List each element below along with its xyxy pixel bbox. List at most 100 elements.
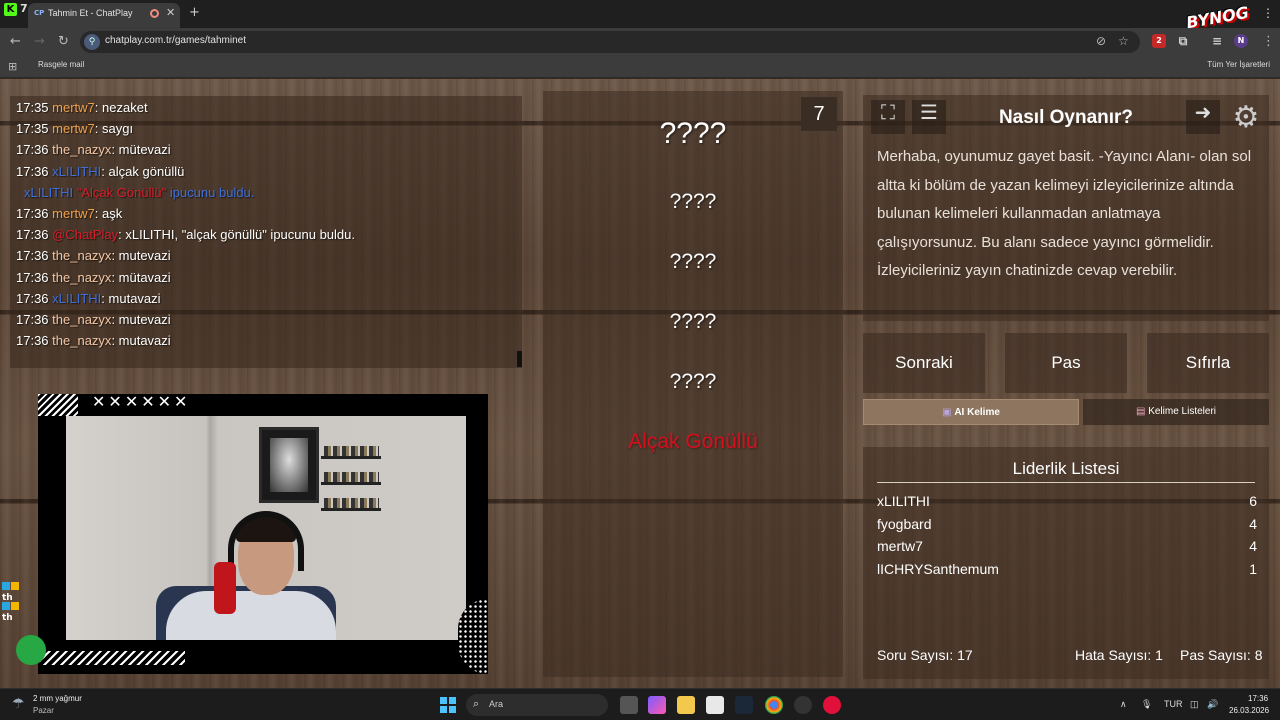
exit-icon[interactable]: ➜: [1186, 100, 1220, 134]
url-field[interactable]: ⚲ chatplay.com.tr/games/tahminet ⊘ ☆: [80, 31, 1140, 53]
webcam-video: [66, 416, 466, 640]
chat-text: : mütavazi: [111, 269, 171, 285]
weather-day: Pazar: [33, 706, 54, 715]
all-bookmarks-link[interactable]: Tüm Yer İşaretleri: [1207, 60, 1270, 69]
network-icon[interactable]: ◫: [1190, 699, 1199, 710]
bookmark-rasgele-mail[interactable]: Rasgele mail: [38, 60, 84, 69]
browser-tab[interactable]: CP Tahmin Et - ChatPlay ✕: [28, 3, 180, 28]
reload-icon[interactable]: ↻: [58, 34, 69, 49]
leaderboard-score: 4: [1249, 538, 1257, 555]
search-icon: ⌕: [473, 697, 480, 710]
back-icon[interactable]: ←: [10, 34, 21, 49]
chat-username[interactable]: the_nazyx: [52, 270, 111, 285]
chat-username[interactable]: the_nazyx: [52, 248, 111, 263]
extensions-puzzle-icon[interactable]: ⧉: [1176, 34, 1190, 48]
chat-username[interactable]: xLILITHI: [24, 185, 73, 200]
weather-text[interactable]: 2 mm yağmur: [33, 694, 82, 703]
chat-scrollbar[interactable]: [517, 351, 522, 367]
obs-icon[interactable]: [794, 696, 812, 714]
chat-username[interactable]: the_nazyx: [52, 312, 111, 327]
extension-icon[interactable]: 2: [1152, 34, 1166, 48]
chat-time: 17:36: [16, 290, 49, 306]
chat-username[interactable]: xLILITHI: [52, 164, 101, 179]
eye-off-icon[interactable]: ⊘: [1096, 34, 1106, 48]
browser-tab-bar: K 7 CP Tahmin Et - ChatPlay ✕ + BYNOG ⋮: [0, 0, 1280, 32]
next-button[interactable]: Sonraki: [863, 333, 985, 393]
leaderboard-name: fyogbard: [877, 515, 932, 532]
more-icon[interactable]: ⋮: [1262, 6, 1274, 20]
clock-time[interactable]: 17:36: [1248, 694, 1268, 703]
new-tab-icon[interactable]: +: [189, 5, 200, 20]
leaderboard-name: lICHRYSanthemum: [877, 561, 999, 578]
weather-rain-icon[interactable]: ☂: [12, 696, 25, 712]
chat-username[interactable]: the_nazyx: [52, 142, 111, 157]
overlay-hatch: [38, 394, 78, 416]
chat-username[interactable]: the_nazyx: [52, 333, 111, 348]
tab-ai-word[interactable]: ▣ AI Kelime: [863, 399, 1079, 425]
steam-icon[interactable]: [735, 696, 753, 714]
mic-icon[interactable]: 🎙: [1141, 699, 1152, 710]
chrome-icon[interactable]: [765, 696, 783, 714]
side-chat-badges: th th: [2, 582, 28, 623]
leaderboard-row: fyogbard 4: [877, 516, 1257, 536]
chat-text: : xLILITHI, "alçak gönüllü" ipucunu buld…: [118, 227, 355, 243]
bookmark-star-icon[interactable]: ☆: [1118, 34, 1129, 48]
clock-date[interactable]: 26.03.2026: [1229, 706, 1269, 715]
pass-button[interactable]: Pas: [1005, 333, 1127, 393]
chat-message: 17:36 the_nazyx: mutevazi: [16, 312, 171, 327]
leaderboard-score: 4: [1249, 515, 1257, 532]
windows-taskbar: ☂ 2 mm yağmur Pazar ⌕ Ara ∧ 🎙 TUR ◫ 🔊 17…: [0, 688, 1280, 720]
chat-username[interactable]: mertw7: [52, 100, 95, 115]
start-icon[interactable]: [440, 697, 456, 713]
how-to-play-text: Merhaba, oyunumuz gayet basit. -Yayıncı …: [877, 148, 1252, 279]
reset-button[interactable]: Sıfırla: [1147, 333, 1269, 393]
chat-message: 17:35 mertw7: nezaket: [16, 100, 148, 115]
settings-gear-icon[interactable]: ⚙: [1228, 100, 1264, 136]
wall-painting: [259, 427, 319, 503]
forward-icon[interactable]: →: [34, 34, 45, 49]
leaderboard-row: xLILITHI 6: [877, 493, 1257, 513]
microphone: [214, 562, 236, 614]
notes-icon[interactable]: ☰: [912, 100, 946, 134]
taskbar-search[interactable]: ⌕ Ara: [466, 694, 608, 716]
copilot-icon[interactable]: [648, 696, 666, 714]
tab-word-lists[interactable]: ▤ Kelime Listeleri: [1083, 399, 1269, 425]
chat-time: 17:36: [16, 163, 49, 179]
apps-grid-icon[interactable]: ⊞: [8, 60, 17, 73]
chat-text: : aşk: [94, 206, 123, 221]
tray-expand-icon[interactable]: ∧: [1120, 699, 1127, 710]
site-info-icon[interactable]: ⚲: [84, 34, 100, 50]
fullscreen-icon[interactable]: ⛶: [871, 100, 905, 134]
profile-avatar[interactable]: N: [1234, 34, 1248, 48]
chat-time: 17:36: [16, 269, 49, 285]
chat-message: 17:36 the_nazyx: mütevazi: [16, 142, 171, 157]
headset: [228, 511, 304, 571]
error-count: Hata Sayısı: 1: [1075, 647, 1163, 663]
chat-text: : saygı: [94, 121, 134, 137]
green-status-icon: [16, 635, 46, 665]
chat-username[interactable]: xLILITHI: [52, 291, 101, 306]
leaderboard-name: mertw7: [877, 538, 923, 555]
file-explorer-icon[interactable]: [677, 696, 695, 714]
chat-username[interactable]: mertw7: [52, 206, 95, 221]
leaderboard-name: xLILITHI: [877, 493, 930, 509]
chat-message: xLILITHI "Alçak Gönüllü" ipucunu buldu.: [24, 185, 254, 200]
app-red-icon[interactable]: [823, 696, 841, 714]
reading-list-icon[interactable]: ≡: [1210, 34, 1224, 48]
task-view-icon[interactable]: [620, 696, 638, 714]
side-badge: th: [2, 602, 28, 623]
menu-icon[interactable]: ⋮: [1262, 34, 1275, 49]
chat-username[interactable]: mertw7: [52, 121, 95, 136]
chat-username[interactable]: @ChatPlay: [52, 227, 118, 242]
volume-icon[interactable]: 🔊: [1207, 699, 1218, 710]
store-icon[interactable]: [706, 696, 724, 714]
chat-time: 17:35: [16, 121, 49, 137]
close-tab-icon[interactable]: ✕: [166, 6, 175, 19]
kick-count: 7: [20, 2, 28, 15]
kick-icon[interactable]: K: [4, 3, 17, 16]
leaderboard-row: lICHRYSanthemum 1: [877, 561, 1257, 581]
streamer: [166, 591, 336, 640]
language-indicator[interactable]: TUR: [1164, 699, 1183, 709]
how-to-play-title: Nasıl Oynanır?: [998, 107, 1134, 128]
chat-quote: "Alçak Gönüllü": [76, 184, 167, 200]
